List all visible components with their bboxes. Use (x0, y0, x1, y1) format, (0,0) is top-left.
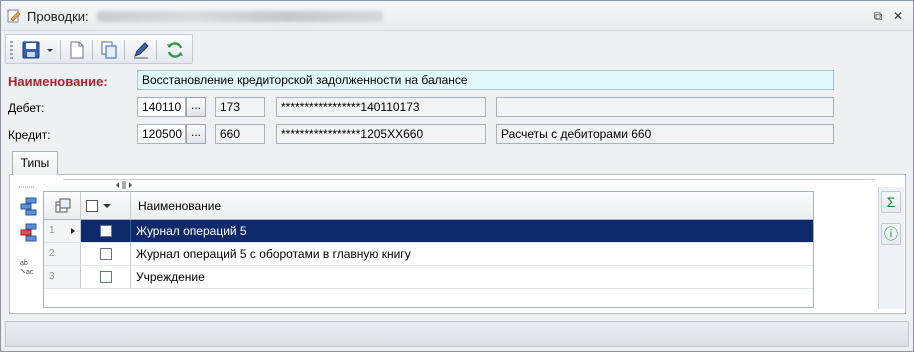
debit-account-field[interactable]: 140110 (137, 97, 186, 117)
debit-account-lookup-button[interactable]: ... (186, 97, 206, 117)
credit-subaccount-field: 660 (215, 124, 265, 144)
name-field[interactable]: Восстановление кредиторской задолженност… (137, 70, 834, 90)
close-window-icon[interactable]: ✕ (891, 9, 905, 23)
document-edit-icon (7, 9, 21, 23)
select-all-checkbox[interactable] (86, 200, 98, 212)
debit-full-account-field: *****************140110173 (276, 97, 486, 117)
current-row-arrow-icon (71, 228, 75, 234)
tab-types[interactable]: Типы (12, 151, 58, 175)
row-checkbox[interactable] (100, 271, 112, 283)
new-document-icon[interactable] (66, 39, 88, 61)
refresh-icon[interactable] (164, 39, 186, 61)
credit-full-account-field: *****************1205XX660 (276, 124, 486, 144)
table-row[interactable]: 3 Учреждение (44, 266, 813, 289)
add-group-icon[interactable] (19, 196, 39, 216)
window-title: Проводки: (27, 9, 89, 24)
credit-label: Кредит: (8, 128, 51, 142)
toolbar-separator (124, 40, 125, 60)
window: Проводки: ⧉ ✕ Наименование: Восстановлен… (0, 0, 914, 352)
title-subject-blurred (97, 11, 383, 22)
credit-description-field: Расчеты с дебиторами 660 (496, 124, 834, 144)
sum-icon[interactable]: Σ (881, 191, 901, 213)
debit-description-field (496, 97, 834, 117)
status-bar (5, 321, 909, 347)
toolbar-grip[interactable] (10, 41, 13, 59)
row-checkbox[interactable] (100, 225, 112, 237)
svg-text:ab: ab (20, 260, 28, 267)
table-row[interactable]: 1 Журнал операций 5 (44, 220, 813, 243)
credit-account-lookup-button[interactable]: ... (186, 124, 206, 144)
row-name: Журнал операций 5 (136, 224, 247, 238)
grip-dots-icon (19, 186, 35, 188)
grid-header: Наименование (44, 192, 813, 220)
chevron-down-icon[interactable] (103, 204, 111, 208)
group-drop-area[interactable] (63, 179, 875, 189)
toolbar (5, 34, 193, 64)
dropdown-arrow-icon[interactable] (44, 39, 56, 61)
toolbar-separator (60, 40, 61, 60)
info-icon[interactable]: ⓘ (881, 223, 901, 245)
restore-window-icon[interactable]: ⧉ (871, 9, 885, 23)
edit-pen-icon[interactable] (130, 39, 152, 61)
copy-icon[interactable] (98, 39, 120, 61)
row-number: 3 (44, 266, 81, 288)
types-grid: Наименование 1 Журнал операций 5 2 Журна… (43, 191, 814, 308)
save-icon[interactable] (20, 39, 42, 61)
toolbar-separator (156, 40, 157, 60)
header-row-selector[interactable] (44, 192, 81, 220)
title-bar: Проводки: ⧉ ✕ (1, 1, 913, 31)
row-number: 2 (44, 243, 81, 265)
svg-text:ac: ac (26, 269, 34, 276)
row-checkbox[interactable] (100, 248, 112, 260)
row-number: 1 (44, 220, 81, 242)
credit-account-field[interactable]: 120500 (137, 124, 186, 144)
row-name: Учреждение (136, 270, 205, 284)
debit-subaccount-field: 173 (215, 97, 265, 117)
column-resize-icon (116, 181, 132, 189)
header-check-column[interactable] (81, 192, 131, 220)
toolbar-separator (92, 40, 93, 60)
table-row[interactable]: 2 Журнал операций 5 с оборотами в главну… (44, 243, 813, 266)
table-settings-icon[interactable] (55, 198, 71, 214)
remove-group-icon[interactable] (19, 222, 39, 242)
column-header-name[interactable]: Наименование (138, 199, 221, 213)
name-label: Наименование: (8, 74, 108, 89)
row-name: Журнал операций 5 с оборотами в главную … (136, 247, 411, 261)
sort-text-icon[interactable]: ab ac (19, 257, 39, 277)
debit-label: Дебет: (8, 101, 45, 115)
